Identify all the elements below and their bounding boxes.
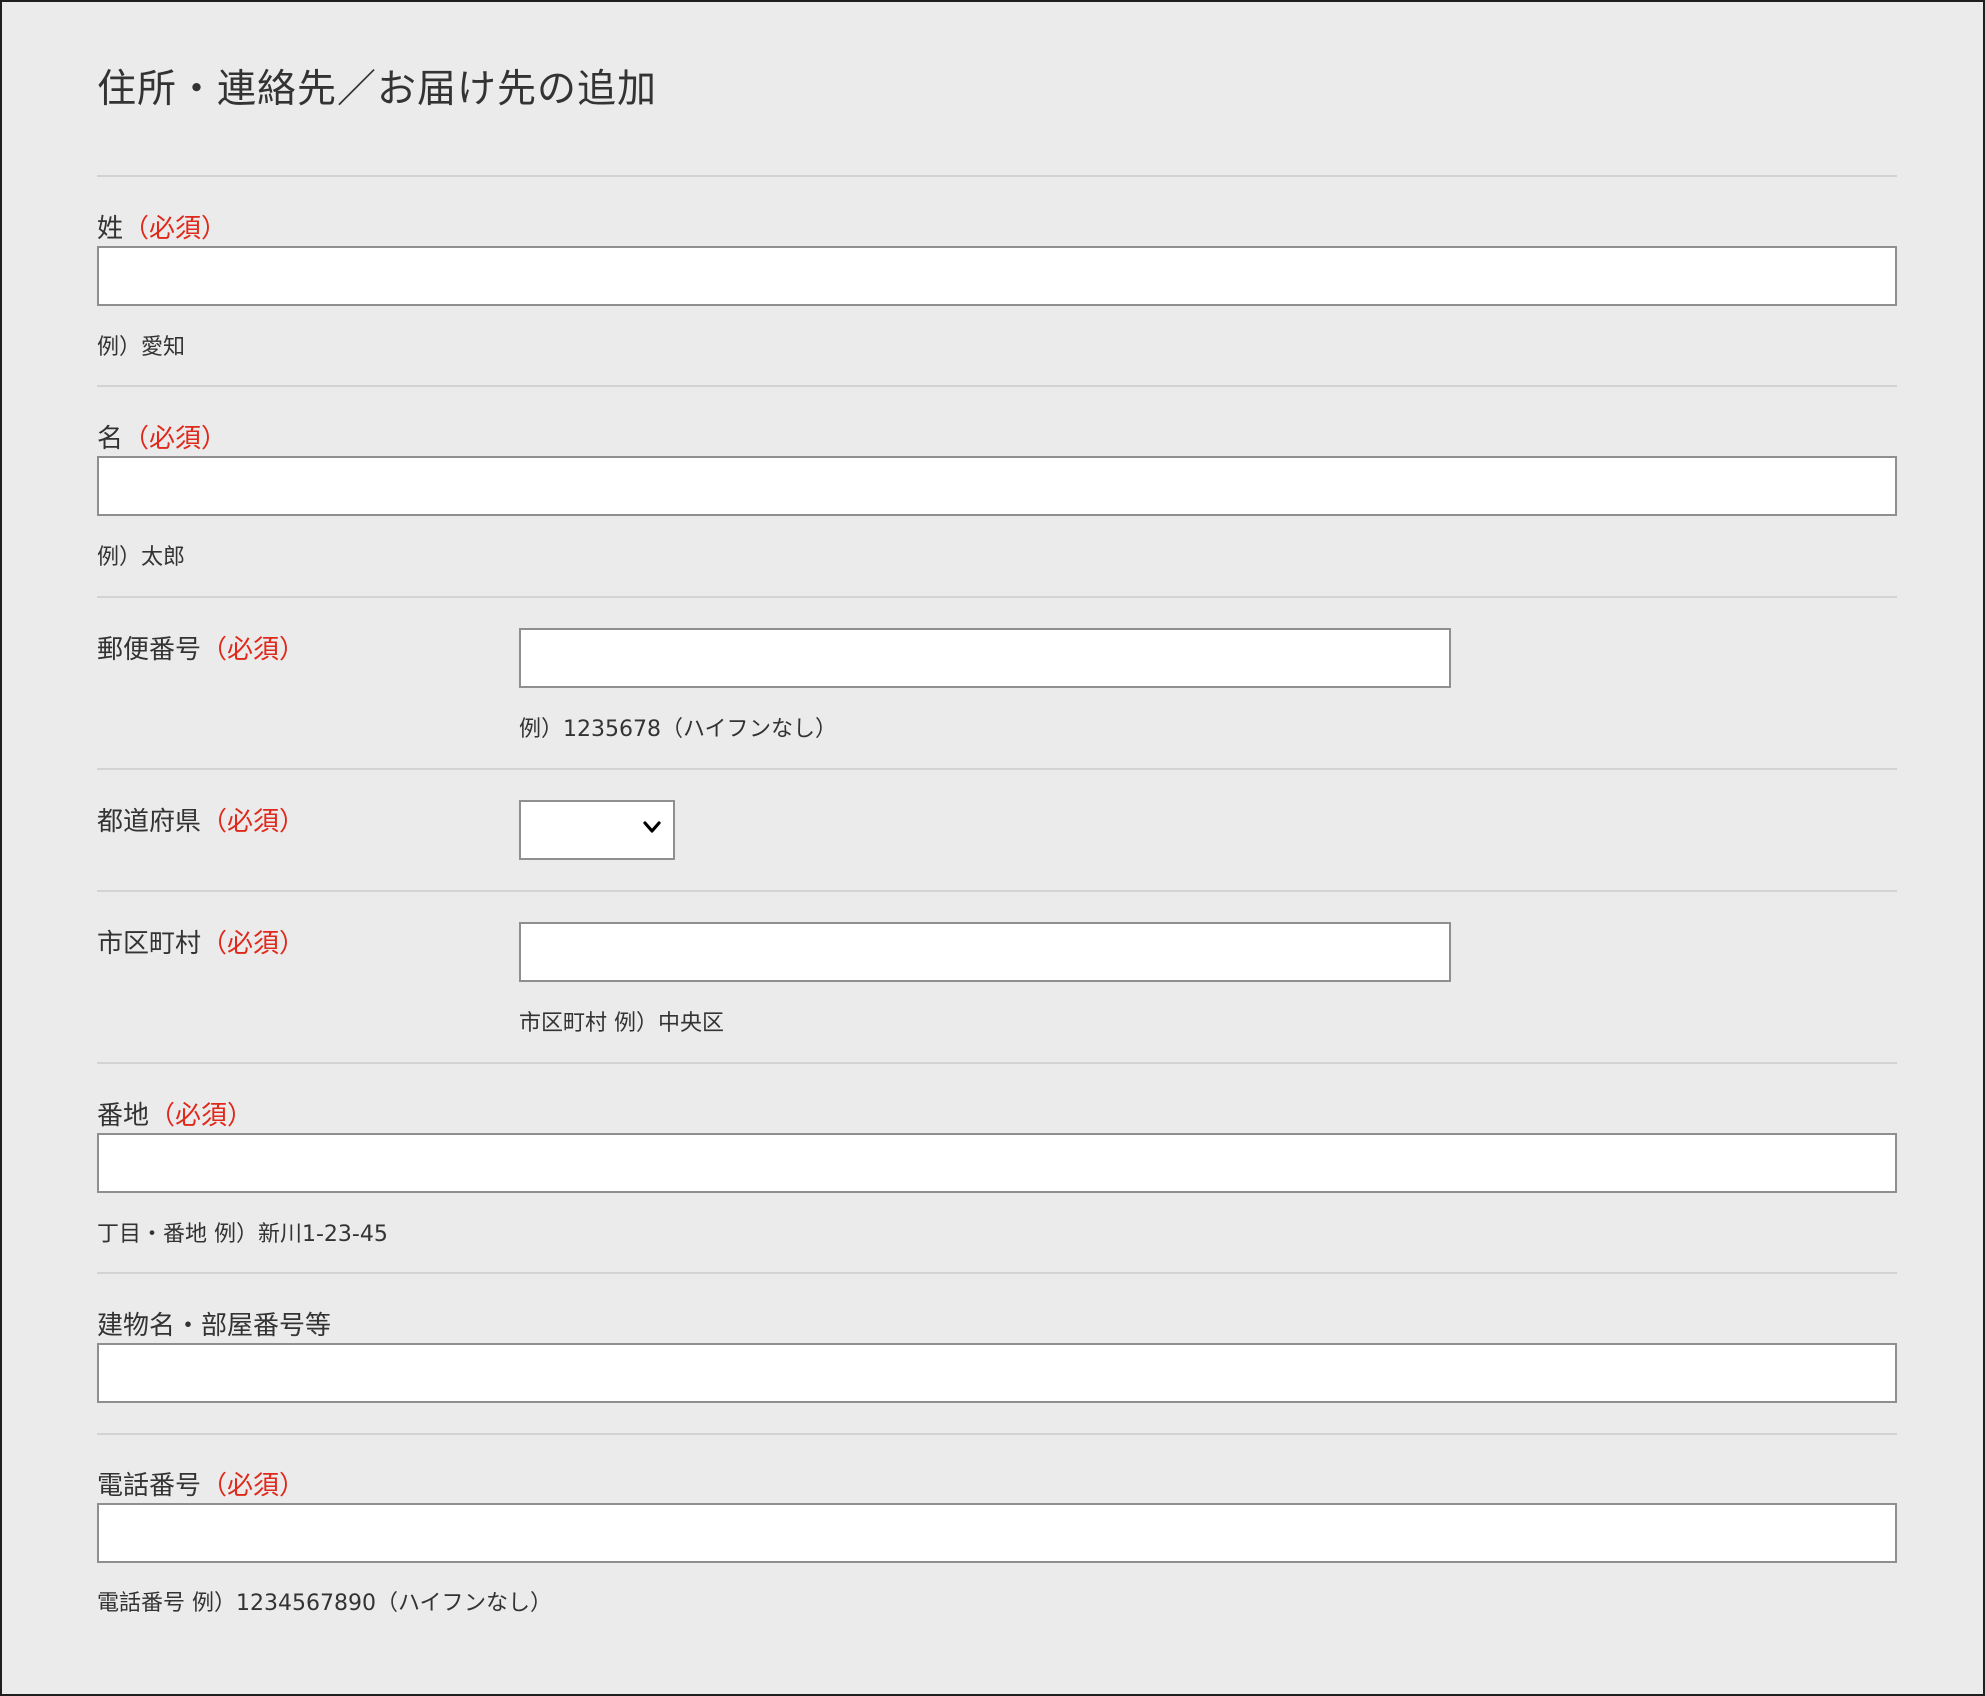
divider	[97, 175, 1897, 177]
phone-label-text: 電話番号	[97, 1471, 202, 1501]
city-hint: 市区町村 例）中央区	[519, 1011, 724, 1036]
divider	[97, 1433, 1897, 1435]
divider	[97, 890, 1897, 892]
required-mark: （必須）	[201, 807, 306, 837]
divider	[97, 385, 1897, 387]
city-label: 市区町村（必須）	[97, 923, 305, 960]
last-name-label: 姓（必須）	[97, 208, 227, 245]
required-mark: （必須）	[201, 929, 306, 959]
postal-code-label: 郵便番号（必須）	[97, 629, 305, 666]
building-label-text: 建物名・部屋番号等	[97, 1311, 332, 1341]
phone-label: 電話番号（必須）	[97, 1465, 305, 1502]
first-name-input[interactable]	[97, 456, 1897, 516]
chevron-down-icon	[643, 821, 661, 833]
building-label: 建物名・部屋番号等	[97, 1305, 331, 1342]
required-mark: （必須）	[123, 424, 228, 454]
city-input[interactable]	[519, 922, 1451, 982]
required-mark: （必須）	[201, 1471, 306, 1501]
prefecture-select[interactable]	[519, 800, 675, 860]
required-mark: （必須）	[123, 214, 228, 244]
street-label: 番地（必須）	[97, 1095, 253, 1132]
last-name-hint: 例）愛知	[97, 335, 186, 360]
address-form-panel: 住所・連絡先／お届け先の追加 姓（必須） 例）愛知 名（必須） 例）太郎 郵便番…	[0, 0, 1985, 1696]
postal-code-label-text: 郵便番号	[97, 635, 202, 665]
first-name-hint: 例）太郎	[97, 545, 186, 570]
prefecture-label: 都道府県（必須）	[97, 801, 305, 838]
street-hint: 丁目・番地 例）新川1-23-45	[97, 1222, 388, 1247]
divider	[97, 768, 1897, 770]
prefecture-label-text: 都道府県	[97, 807, 202, 837]
last-name-input[interactable]	[97, 246, 1897, 306]
divider	[97, 1272, 1897, 1274]
first-name-label: 名（必須）	[97, 418, 227, 455]
divider	[97, 596, 1897, 598]
divider	[97, 1062, 1897, 1064]
first-name-label-text: 名	[97, 424, 124, 454]
required-mark: （必須）	[201, 635, 306, 665]
building-input[interactable]	[97, 1343, 1897, 1403]
street-input[interactable]	[97, 1133, 1897, 1193]
postal-code-hint: 例）1235678（ハイフンなし）	[519, 717, 837, 742]
street-label-text: 番地	[97, 1101, 150, 1131]
page-title: 住所・連絡先／お届け先の追加	[97, 67, 658, 112]
city-label-text: 市区町村	[97, 929, 202, 959]
phone-hint: 電話番号 例）1234567890（ハイフンなし）	[97, 1591, 552, 1616]
phone-input[interactable]	[97, 1503, 1897, 1563]
last-name-label-text: 姓	[97, 214, 124, 244]
postal-code-input[interactable]	[519, 628, 1451, 688]
required-mark: （必須）	[149, 1101, 254, 1131]
